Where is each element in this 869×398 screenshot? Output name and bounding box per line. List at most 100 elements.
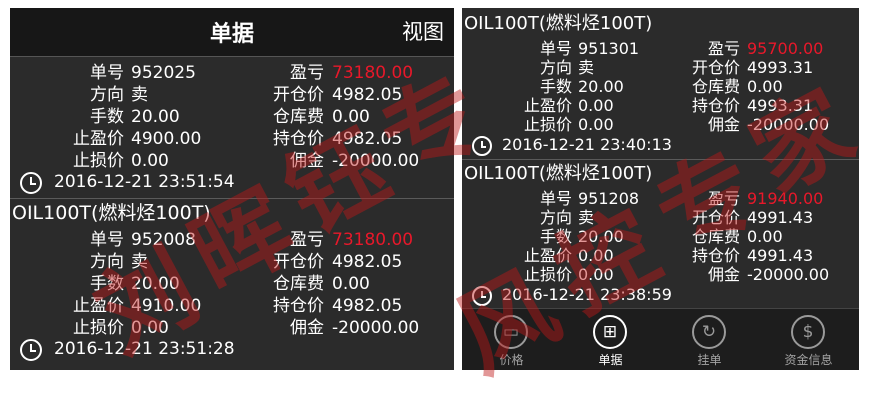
hold-price-label: 持仓价 bbox=[691, 96, 740, 115]
bottom-tab-bar: ▭ 价格 ⊞ 单据 ↻ 挂单 $ 资金信息 bbox=[462, 308, 859, 370]
stop-loss-value: 0.00 bbox=[578, 115, 614, 134]
tab-label: 单据 bbox=[598, 353, 623, 367]
clock-icon bbox=[472, 136, 492, 156]
take-profit-label: 止盈价 bbox=[73, 296, 124, 316]
monitor-icon: ▭ bbox=[494, 315, 528, 349]
storage-fee-value: 0.00 bbox=[747, 77, 783, 96]
lots-label: 手数 bbox=[90, 107, 124, 127]
order-time: 2016-12-21 23:40:13 bbox=[502, 135, 672, 154]
lots-label: 手数 bbox=[90, 274, 124, 294]
open-price-label: 开仓价 bbox=[273, 252, 324, 272]
profit-label: 盈亏 bbox=[290, 63, 324, 83]
order-number-value: 952008 bbox=[131, 230, 196, 250]
open-price-value: 4991.43 bbox=[747, 208, 814, 227]
open-price-value: 4982.05 bbox=[332, 85, 403, 105]
direction-label: 方向 bbox=[90, 252, 124, 272]
order-number-label: 单号 bbox=[90, 63, 124, 83]
order-time: 2016-12-21 23:51:54 bbox=[54, 172, 235, 192]
storage-fee-value: 0.00 bbox=[332, 274, 370, 294]
stop-loss-label: 止损价 bbox=[523, 265, 572, 284]
hold-price-label: 持仓价 bbox=[273, 296, 324, 316]
lots-value: 20.00 bbox=[131, 274, 180, 294]
tab-label: 价格 bbox=[499, 353, 524, 367]
stop-loss-value: 0.00 bbox=[131, 151, 169, 171]
commission-label: 佣金 bbox=[290, 318, 324, 338]
commission-label: 佣金 bbox=[707, 265, 740, 284]
storage-fee-label: 仓库费 bbox=[273, 274, 324, 294]
tab-label: 资金信息 bbox=[784, 353, 833, 367]
open-price-value: 4993.31 bbox=[747, 58, 814, 77]
clock-icon bbox=[20, 339, 42, 361]
direction-value: 卖 bbox=[578, 208, 595, 227]
profit-value: 91940.00 bbox=[747, 189, 824, 208]
open-price-label: 开仓价 bbox=[691, 208, 740, 227]
order-number-label: 单号 bbox=[539, 189, 572, 208]
lots-label: 手数 bbox=[539, 77, 572, 96]
commission-value: -20000.00 bbox=[332, 151, 420, 171]
hold-price-label: 持仓价 bbox=[691, 246, 740, 265]
take-profit-value: 4910.00 bbox=[131, 296, 202, 316]
commission-label: 佣金 bbox=[707, 115, 740, 134]
order-number-value: 951301 bbox=[578, 39, 640, 58]
tab-label: 挂单 bbox=[697, 353, 722, 367]
hold-price-value: 4991.43 bbox=[747, 246, 814, 265]
lots-value: 20.00 bbox=[131, 107, 180, 127]
order-number-value: 951208 bbox=[578, 189, 640, 208]
lots-value: 20.00 bbox=[578, 77, 624, 96]
hold-price-value: 4993.31 bbox=[747, 96, 814, 115]
direction-value: 卖 bbox=[131, 85, 148, 105]
profit-label: 盈亏 bbox=[707, 39, 740, 58]
profit-value: 95700.00 bbox=[747, 39, 824, 58]
clock-icon bbox=[20, 172, 42, 194]
page-title: 单据 bbox=[209, 22, 254, 47]
commission-value: -20000.00 bbox=[747, 265, 830, 284]
dollar-icon: $ bbox=[791, 315, 825, 349]
tab-funds[interactable]: $ 资金信息 bbox=[759, 309, 858, 370]
order-number-label: 单号 bbox=[539, 39, 572, 58]
open-price-label: 开仓价 bbox=[273, 85, 324, 105]
stop-loss-label: 止损价 bbox=[73, 318, 124, 338]
order-time: 2016-12-21 23:51:28 bbox=[54, 339, 235, 359]
take-profit-label: 止盈价 bbox=[73, 129, 124, 149]
tab-orders[interactable]: ⊞ 单据 bbox=[561, 309, 660, 370]
profit-value: 73180.00 bbox=[332, 230, 414, 250]
direction-label: 方向 bbox=[539, 58, 572, 77]
profit-label: 盈亏 bbox=[290, 230, 324, 250]
hold-price-value: 4982.05 bbox=[332, 296, 403, 316]
take-profit-value: 4900.00 bbox=[131, 129, 202, 149]
orders-screen-right: OIL100T(燃料烃100T) 单号 951301 方向 卖 手数 20.00… bbox=[462, 8, 859, 370]
view-toggle-button[interactable]: 视图 bbox=[402, 16, 444, 46]
order-number-value: 952025 bbox=[131, 63, 196, 83]
commission-label: 佣金 bbox=[290, 151, 324, 171]
stop-loss-value: 0.00 bbox=[131, 318, 169, 338]
symbol-name: OIL100T(燃料烃100T) bbox=[12, 202, 211, 224]
hold-price-value: 4982.05 bbox=[332, 129, 403, 149]
commission-value: -20000.00 bbox=[747, 115, 830, 134]
orders-screen-left: 单据 视图 单号 952025 方向 卖 手数 20.00 止盈价 4900.0… bbox=[10, 8, 454, 370]
take-profit-label: 止盈价 bbox=[523, 246, 572, 265]
open-price-label: 开仓价 bbox=[691, 58, 740, 77]
profit-label: 盈亏 bbox=[707, 189, 740, 208]
direction-label: 方向 bbox=[90, 85, 124, 105]
symbol-name: OIL100T(燃料烃100T) bbox=[464, 163, 653, 184]
direction-value: 卖 bbox=[578, 58, 595, 77]
lots-label: 手数 bbox=[539, 227, 572, 246]
stop-loss-label: 止损价 bbox=[73, 151, 124, 171]
stop-loss-label: 止损价 bbox=[523, 115, 572, 134]
tab-pending[interactable]: ↻ 挂单 bbox=[660, 309, 759, 370]
clock-icon bbox=[472, 286, 492, 306]
stop-loss-value: 0.00 bbox=[578, 265, 614, 284]
hold-price-label: 持仓价 bbox=[273, 129, 324, 149]
header-bar: 单据 视图 bbox=[10, 8, 454, 57]
direction-value: 卖 bbox=[131, 252, 148, 272]
storage-fee-label: 仓库费 bbox=[273, 107, 324, 127]
storage-fee-value: 0.00 bbox=[332, 107, 370, 127]
tab-price[interactable]: ▭ 价格 bbox=[462, 309, 561, 370]
symbol-name: OIL100T(燃料烃100T) bbox=[464, 13, 653, 34]
direction-label: 方向 bbox=[539, 208, 572, 227]
open-price-value: 4982.05 bbox=[332, 252, 403, 272]
divider bbox=[10, 198, 454, 199]
take-profit-value: 0.00 bbox=[578, 246, 614, 265]
divider bbox=[462, 159, 859, 160]
take-profit-value: 0.00 bbox=[578, 96, 614, 115]
